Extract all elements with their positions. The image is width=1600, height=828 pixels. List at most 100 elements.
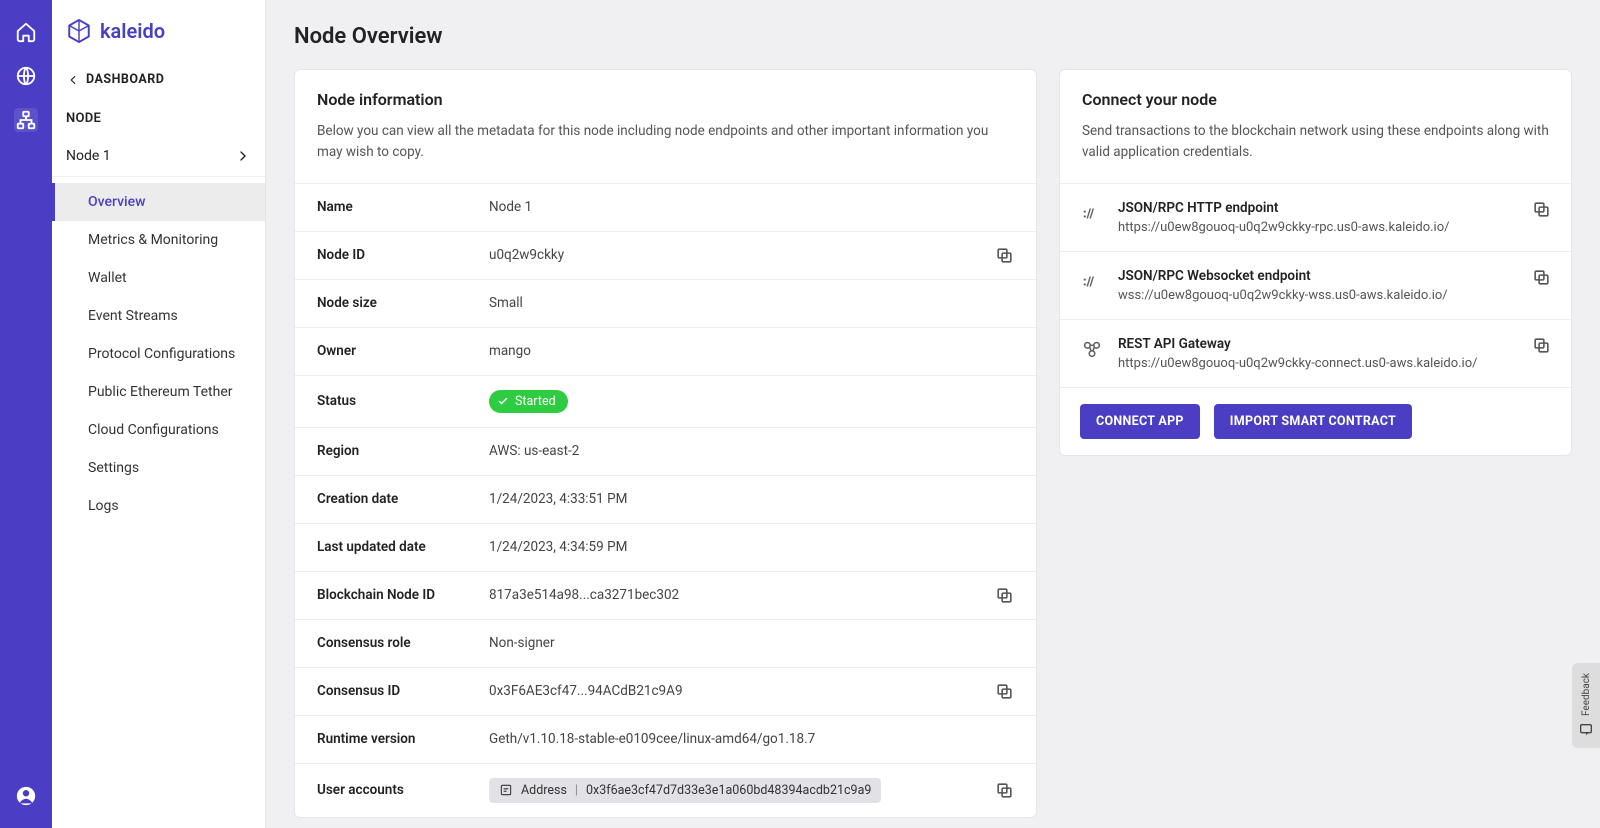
endpoint-gateway: REST API Gateway https://u0ew8gouoq-u0q2…: [1060, 320, 1571, 387]
home-icon[interactable]: [14, 20, 38, 44]
brand-label: kaleido: [100, 19, 165, 43]
value-created: 1/24/2023, 4:33:51 PM: [489, 491, 1014, 507]
endpoint-icon: [1080, 200, 1104, 224]
subnav-overview[interactable]: Overview: [52, 183, 265, 221]
feedback-icon: [1578, 722, 1594, 738]
label-node-id: Node ID: [317, 247, 489, 263]
endpoint-gw-url: https://u0ew8gouoq-u0q2w9ckky-connect.us…: [1118, 356, 1518, 371]
endpoint-gw-title: REST API Gateway: [1118, 336, 1518, 352]
copy-endpoint-http-button[interactable]: [1532, 200, 1551, 219]
row-updated: Last updated date 1/24/2023, 4:34:59 PM: [295, 524, 1036, 572]
value-updated: 1/24/2023, 4:34:59 PM: [489, 539, 1014, 555]
network-icon[interactable]: [14, 108, 38, 132]
value-node-id: u0q2w9ckky: [489, 247, 564, 263]
feedback-tab[interactable]: Feedback: [1572, 663, 1600, 748]
label-bcnode: Blockchain Node ID: [317, 587, 489, 603]
label-role: Consensus role: [317, 635, 489, 651]
row-role: Consensus role Non-signer: [295, 620, 1036, 668]
status-badge: Started: [489, 390, 568, 413]
subnav-metrics[interactable]: Metrics & Monitoring: [52, 221, 265, 259]
label-name: Name: [317, 199, 489, 215]
row-created: Creation date 1/24/2023, 4:33:51 PM: [295, 476, 1036, 524]
value-size: Small: [489, 295, 1014, 311]
address-chip-sep: |: [575, 783, 578, 798]
icon-rail: [0, 0, 52, 828]
page-title: Node Overview: [294, 24, 1572, 49]
row-name: Name Node 1: [295, 184, 1036, 232]
subnav-ethereum-tether[interactable]: Public Ethereum Tether: [52, 373, 265, 411]
subnav-protocol-config[interactable]: Protocol Configurations: [52, 335, 265, 373]
connect-subtitle: Send transactions to the blockchain netw…: [1082, 121, 1549, 163]
label-updated: Last updated date: [317, 539, 489, 555]
copy-node-id-button[interactable]: [995, 246, 1014, 265]
label-owner: Owner: [317, 343, 489, 359]
node-info-title: Node information: [317, 90, 1014, 109]
endpoint-ws: JSON/RPC Websocket endpoint wss://u0ew8g…: [1060, 252, 1571, 320]
row-cid: Consensus ID 0x3F6AE3cf47...94ACdB21c9A9: [295, 668, 1036, 716]
endpoint-icon: [1080, 268, 1104, 292]
address-icon: [499, 783, 513, 797]
value-owner: mango: [489, 343, 1014, 359]
label-accounts: User accounts: [317, 782, 489, 798]
row-accounts: User accounts Address | 0x3f6ae3cf47d7d3…: [295, 764, 1036, 817]
node-info-card: Node information Below you can view all …: [294, 69, 1037, 818]
value-runtime: Geth/v1.10.18-stable-e0109cee/linux-amd6…: [489, 731, 1014, 747]
connect-card: Connect your node Send transactions to t…: [1059, 69, 1572, 456]
breadcrumb-back[interactable]: DASHBOARD: [52, 60, 265, 97]
subnav-logs[interactable]: Logs: [52, 487, 265, 525]
connect-app-button[interactable]: CONNECT APP: [1080, 404, 1200, 439]
subnav-cloud-config[interactable]: Cloud Configurations: [52, 411, 265, 449]
node-select[interactable]: Node 1: [52, 136, 265, 177]
label-cid: Consensus ID: [317, 683, 489, 699]
label-region: Region: [317, 443, 489, 459]
row-owner: Owner mango: [295, 328, 1036, 376]
value-name: Node 1: [489, 199, 1014, 215]
copy-cid-button[interactable]: [995, 682, 1014, 701]
value-bcnode: 817a3e514a98...ca3271bec302: [489, 587, 679, 603]
copy-endpoint-gw-button[interactable]: [1532, 336, 1551, 355]
breadcrumb-label: DASHBOARD: [86, 72, 164, 87]
address-chip-label: Address: [521, 783, 567, 798]
subnav-wallet[interactable]: Wallet: [52, 259, 265, 297]
chevron-left-icon: [66, 73, 80, 87]
value-role: Non-signer: [489, 635, 1014, 651]
chevron-right-icon: [235, 148, 251, 164]
copy-bcnode-button[interactable]: [995, 586, 1014, 605]
row-size: Node size Small: [295, 280, 1036, 328]
value-region: AWS: us-east-2: [489, 443, 1014, 459]
sidebar-section-label: NODE: [52, 97, 265, 136]
subnav-event-streams[interactable]: Event Streams: [52, 297, 265, 335]
endpoint-http-url: https://u0ew8gouoq-u0q2w9ckky-rpc.us0-aw…: [1118, 220, 1518, 235]
address-chip[interactable]: Address | 0x3f6ae3cf47d7d33e3e1a060bd483…: [489, 778, 881, 803]
endpoint-ws-title: JSON/RPC Websocket endpoint: [1118, 268, 1518, 284]
gateway-icon: [1080, 336, 1104, 360]
globe-icon[interactable]: [14, 64, 38, 88]
row-region: Region AWS: us-east-2: [295, 428, 1036, 476]
node-info-subtitle: Below you can view all the metadata for …: [317, 121, 1014, 163]
connect-title: Connect your node: [1082, 90, 1549, 109]
row-runtime: Runtime version Geth/v1.10.18-stable-e01…: [295, 716, 1036, 764]
label-size: Node size: [317, 295, 489, 311]
subnav-settings[interactable]: Settings: [52, 449, 265, 487]
subnav: Overview Metrics & Monitoring Wallet Eve…: [52, 177, 265, 525]
copy-address-button[interactable]: [995, 781, 1014, 800]
label-status: Status: [317, 393, 489, 409]
logo-icon: [66, 18, 92, 44]
feedback-label: Feedback: [1581, 673, 1592, 716]
user-icon[interactable]: [14, 784, 38, 808]
value-cid: 0x3F6AE3cf47...94ACdB21c9A9: [489, 683, 683, 699]
copy-endpoint-ws-button[interactable]: [1532, 268, 1551, 287]
row-node-id: Node ID u0q2w9ckky: [295, 232, 1036, 280]
endpoint-ws-url: wss://u0ew8gouoq-u0q2w9ckky-wss.us0-aws.…: [1118, 288, 1518, 303]
label-runtime: Runtime version: [317, 731, 489, 747]
import-contract-button[interactable]: IMPORT SMART CONTRACT: [1214, 404, 1412, 439]
sidebar: kaleido DASHBOARD NODE Node 1 Overview M…: [52, 0, 266, 828]
label-created: Creation date: [317, 491, 489, 507]
brand[interactable]: kaleido: [52, 0, 265, 60]
endpoint-http-title: JSON/RPC HTTP endpoint: [1118, 200, 1518, 216]
row-bcnode: Blockchain Node ID 817a3e514a98...ca3271…: [295, 572, 1036, 620]
row-status: Status Started: [295, 376, 1036, 428]
main-content: Node Overview Node information Below you…: [266, 0, 1600, 828]
node-select-label: Node 1: [66, 148, 111, 164]
address-chip-value: 0x3f6ae3cf47d7d33e3e1a060bd48394acdb21c9…: [586, 783, 871, 798]
